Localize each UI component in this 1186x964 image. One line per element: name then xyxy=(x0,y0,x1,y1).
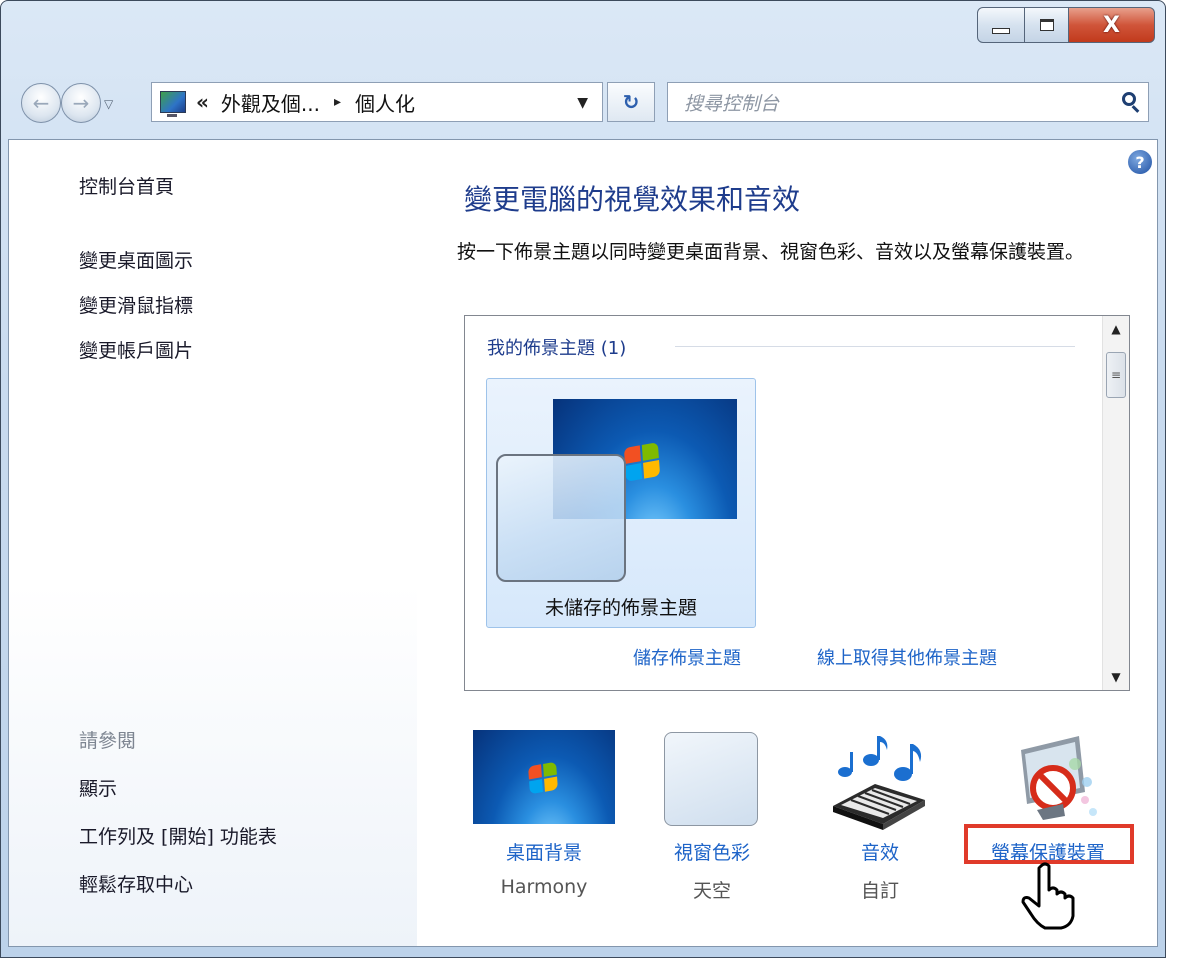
minimize-icon xyxy=(992,28,1010,34)
minimize-button[interactable] xyxy=(977,7,1025,43)
change-desktop-icons-link[interactable]: 變更桌面圖示 xyxy=(79,246,193,273)
theme-list-scrollbar[interactable]: ▲ ≡ ▼ xyxy=(1102,316,1129,690)
maximize-button[interactable] xyxy=(1025,7,1069,43)
sounds-setting[interactable]: 音效 自訂 xyxy=(805,730,955,920)
scroll-up-icon[interactable]: ▲ xyxy=(1103,322,1129,336)
window-color-value: 天空 xyxy=(692,880,731,902)
sounds-icon xyxy=(833,736,925,830)
taskbar-start-menu-link[interactable]: 工作列及 [開始] 功能表 xyxy=(79,822,277,849)
search-placeholder: 搜尋控制台 xyxy=(684,92,780,115)
desktop-background-label[interactable]: 桌面背景 xyxy=(469,838,619,865)
theme-color-swatch xyxy=(496,454,626,582)
page-title: 變更電腦的視覺效果和音效 xyxy=(464,183,801,216)
forward-arrow-icon: → xyxy=(72,91,90,115)
ease-of-access-link[interactable]: 輕鬆存取中心 xyxy=(79,870,193,897)
screen-saver-highlight-box xyxy=(964,824,1134,864)
control-panel-home-link[interactable]: 控制台首頁 xyxy=(79,172,174,199)
sounds-value: 自訂 xyxy=(860,880,899,902)
search-box[interactable]: 搜尋控制台 xyxy=(667,82,1149,122)
refresh-button[interactable]: ↻ xyxy=(607,82,655,122)
content-area: 控制台首頁 變更桌面圖示 變更滑鼠指標 變更帳戶圖片 請參閱 顯示 工作列及 [… xyxy=(8,139,1158,947)
display-link[interactable]: 顯示 xyxy=(79,774,117,801)
theme-list: 我的佈景主題 (1) 未儲存的佈景主題 儲存佈景主題 線上取得其他佈景主題 ▲ … xyxy=(464,315,1130,691)
windows-logo-icon xyxy=(528,761,558,795)
get-more-themes-online-link[interactable]: 線上取得其他佈景主題 xyxy=(817,644,997,670)
navigation-bar: ← → ▽ « 外觀及個... ▸ 個人化 ▼ ↻ 搜尋控制台 xyxy=(1,71,1165,131)
close-button[interactable]: X xyxy=(1069,7,1155,43)
scroll-down-icon[interactable]: ▼ xyxy=(1103,670,1129,684)
see-also-heading: 請參閱 xyxy=(79,730,137,752)
window-color-setting[interactable]: 視窗色彩 天空 xyxy=(637,730,787,920)
change-account-picture-link[interactable]: 變更帳戶圖片 xyxy=(79,336,193,363)
unsaved-theme-tile[interactable]: 未儲存的佈景主題 xyxy=(486,378,756,628)
breadcrumb-appearance[interactable]: 外觀及個... xyxy=(221,88,320,117)
window-color-label[interactable]: 視窗色彩 xyxy=(637,838,787,865)
control-panel-icon xyxy=(160,91,186,117)
personalization-window: X ← → ▽ « 外觀及個... ▸ 個人化 ▼ ↻ 搜尋控制台 控制台首頁 … xyxy=(0,0,1166,958)
left-pane: 控制台首頁 變更桌面圖示 變更滑鼠指標 變更帳戶圖片 請參閱 顯示 工作列及 [… xyxy=(9,140,417,946)
recent-pages-dropdown[interactable]: ▽ xyxy=(104,97,113,111)
address-dropdown-icon[interactable]: ▼ xyxy=(577,95,588,111)
scroll-thumb[interactable]: ≡ xyxy=(1106,352,1126,398)
save-theme-link[interactable]: 儲存佈景主題 xyxy=(633,644,741,670)
breadcrumb-personalization[interactable]: 個人化 xyxy=(355,88,415,117)
close-icon: X xyxy=(1103,12,1120,38)
desktop-background-setting[interactable]: 桌面背景 Harmony xyxy=(469,730,619,920)
page-description: 按一下佈景主題以同時變更桌面背景、視窗色彩、音效以及螢幕保護裝置。 xyxy=(457,241,1085,263)
hand-cursor-icon xyxy=(1021,862,1075,930)
back-arrow-icon: ← xyxy=(32,91,50,115)
change-mouse-pointers-link[interactable]: 變更滑鼠指標 xyxy=(79,291,193,318)
maximize-icon xyxy=(1039,19,1054,31)
refresh-icon: ↻ xyxy=(622,90,640,114)
help-icon[interactable]: ? xyxy=(1128,150,1152,174)
back-button[interactable]: ← xyxy=(21,83,61,123)
address-bar[interactable]: « 外觀及個... ▸ 個人化 ▼ xyxy=(151,82,603,122)
search-icon[interactable] xyxy=(1122,92,1136,106)
desktop-background-icon xyxy=(473,730,615,824)
group-divider xyxy=(675,346,1075,347)
window-color-icon xyxy=(664,732,758,826)
screen-saver-icon xyxy=(1021,736,1097,820)
address-overflow-chevron[interactable]: « xyxy=(196,90,209,114)
desktop-background-value: Harmony xyxy=(500,876,588,898)
forward-button[interactable]: → xyxy=(61,83,101,123)
sounds-label[interactable]: 音效 xyxy=(805,838,955,865)
breadcrumb-separator[interactable]: ▸ xyxy=(334,94,341,110)
caption-buttons: X xyxy=(977,7,1155,43)
theme-tile-label: 未儲存的佈景主題 xyxy=(544,597,697,619)
windows-logo-icon xyxy=(623,442,661,482)
my-themes-header: 我的佈景主題 (1) xyxy=(487,334,637,360)
